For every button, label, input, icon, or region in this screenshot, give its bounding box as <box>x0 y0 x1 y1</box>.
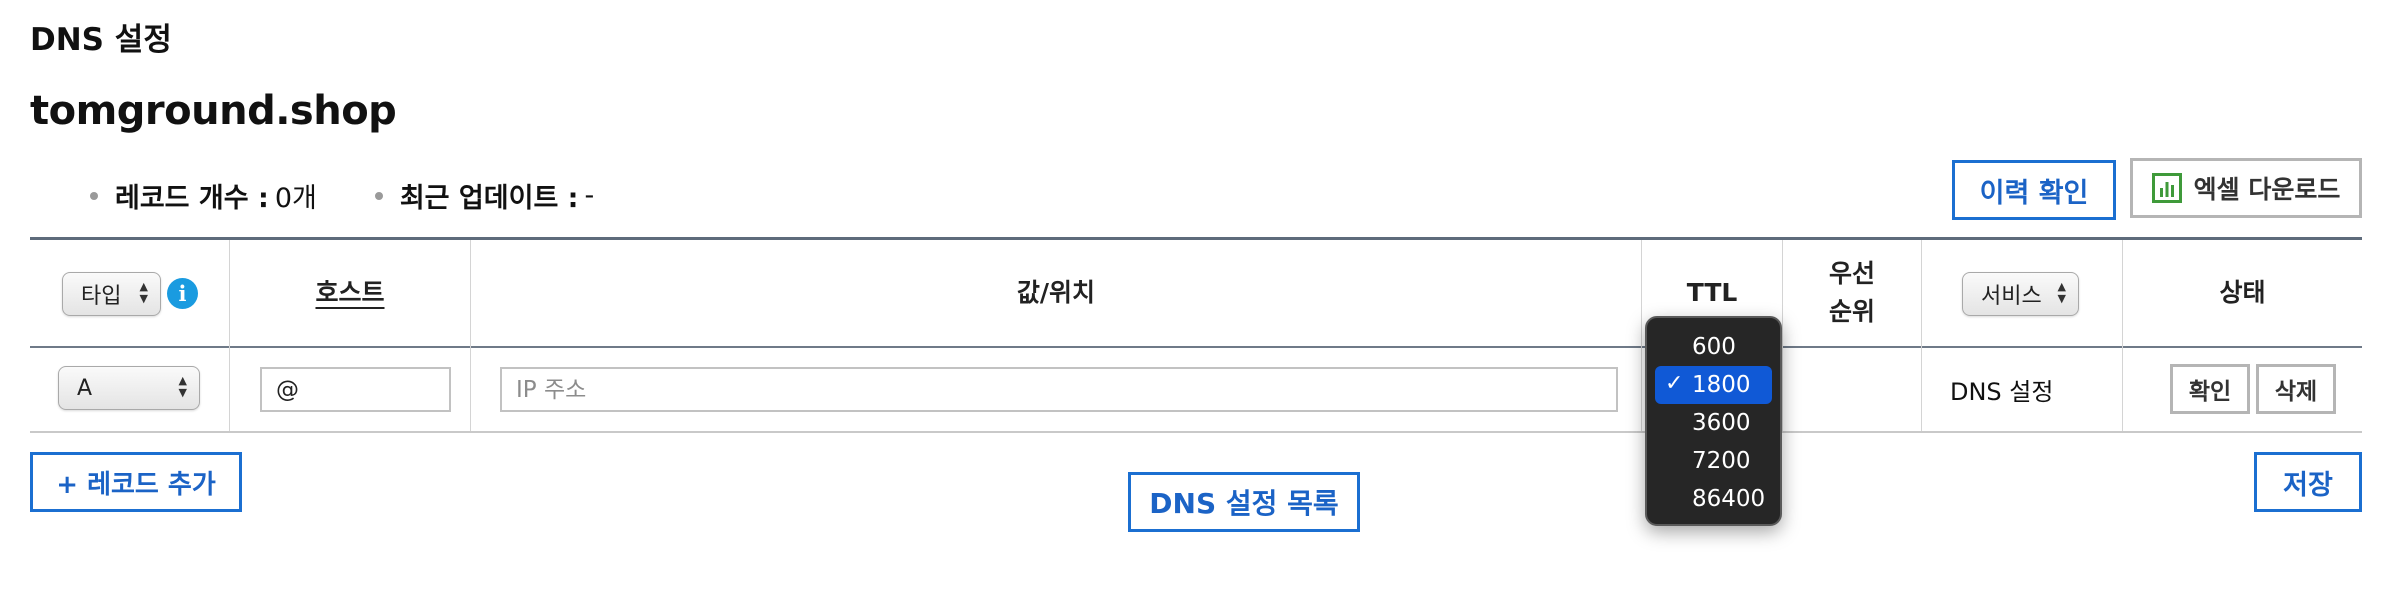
ttl-option[interactable]: 86400 <box>1655 480 1772 518</box>
last-update-value: - <box>584 180 595 211</box>
type-filter-select[interactable]: 타입 ▲ ▼ <box>62 272 161 316</box>
last-update-label: 최근 업데이트 : <box>399 183 579 214</box>
column-divider <box>1921 240 1922 431</box>
history-button[interactable]: 이력 확인 <box>1952 160 2116 220</box>
bullet-icon <box>90 191 98 200</box>
priority-header: 우선 순위 <box>1828 259 1875 326</box>
record-info: 레코드 개수 : 0개 최근 업데이트 : - <box>90 176 652 215</box>
ttl-option[interactable]: 3600 <box>1655 404 1772 442</box>
excel-download-label: 엑셀 다운로드 <box>2193 175 2341 204</box>
delete-button[interactable]: 삭제 <box>2256 364 2336 414</box>
service-filter-label: 서비스 <box>1981 284 2042 309</box>
add-record-button[interactable]: + 레코드 추가 <box>30 452 242 512</box>
service-filter-select[interactable]: 서비스 ▲ ▼ <box>1962 272 2079 316</box>
excel-chart-icon <box>2151 173 2182 203</box>
record-count-label: 레코드 개수 : <box>115 183 269 214</box>
page-heading: DNS 설정 <box>30 22 172 58</box>
status-header: 상태 <box>2219 278 2266 307</box>
service-value: DNS 설정 <box>1950 378 2054 406</box>
host-header: 호스트 <box>315 278 385 307</box>
checkmark-icon: ✓ <box>1665 371 1684 396</box>
last-update: 최근 업데이트 : - <box>374 176 595 215</box>
table-row-border <box>30 431 2362 433</box>
table-header-border <box>30 346 2362 348</box>
ttl-option[interactable]: 600 <box>1655 328 1772 366</box>
ttl-option[interactable]: 7200 <box>1655 442 1772 480</box>
record-count: 레코드 개수 : 0개 <box>90 176 317 215</box>
save-button[interactable]: 저장 <box>2254 452 2362 512</box>
type-select-value: A <box>77 375 93 401</box>
type-select[interactable]: A ▲ ▼ <box>58 366 200 410</box>
record-count-value: 0개 <box>274 183 317 214</box>
select-arrows-icon: ▲ ▼ <box>178 374 187 399</box>
confirm-button[interactable]: 확인 <box>2170 364 2250 414</box>
type-filter-label: 타입 <box>81 284 122 309</box>
excel-download-button[interactable]: 엑셀 다운로드 <box>2130 158 2362 218</box>
bullet-icon <box>374 191 383 200</box>
value-input[interactable] <box>500 367 1618 412</box>
dns-list-button[interactable]: DNS 설정 목록 <box>1128 472 1360 532</box>
domain-title: tomground.shop <box>30 88 397 134</box>
select-arrows-icon: ▲ ▼ <box>2057 280 2066 305</box>
host-input[interactable] <box>260 367 451 412</box>
ttl-dropdown-menu[interactable]: 600 ✓ 1800 3600 7200 86400 <box>1645 316 1782 526</box>
info-icon[interactable]: i <box>167 278 198 309</box>
ttl-option-selected[interactable]: ✓ 1800 <box>1655 366 1772 404</box>
select-arrows-icon: ▲ ▼ <box>139 280 148 305</box>
value-header: 값/위치 <box>1016 278 1096 307</box>
